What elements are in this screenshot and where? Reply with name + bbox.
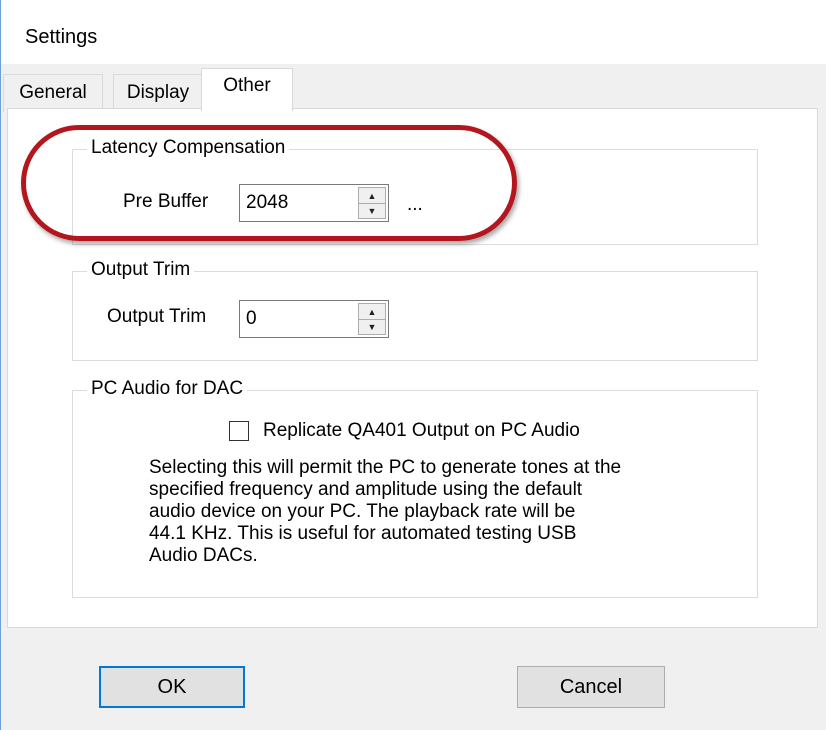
tab-other[interactable]: Other — [201, 68, 293, 111]
replicate-output-label[interactable]: Replicate QA401 Output on PC Audio — [263, 420, 580, 442]
latency-group-label: Latency Compensation — [87, 137, 290, 159]
spin-down-arrow-icon[interactable]: ▼ — [359, 203, 385, 218]
pc-audio-group: PC Audio for DAC Replicate QA401 Output … — [72, 378, 758, 598]
description-line: audio device on your PC. The playback ra… — [149, 501, 576, 522]
title-bar: Settings — [1, 0, 826, 64]
ok-button[interactable]: OK — [99, 666, 245, 708]
description-line: Selecting this will permit the PC to gen… — [149, 457, 622, 478]
output-trim-spin-buttons: ▲ ▼ — [358, 303, 386, 335]
tab-general[interactable]: General — [3, 74, 103, 112]
tab-strip: General Display Other — [1, 68, 826, 112]
spin-down-arrow-icon[interactable]: ▼ — [359, 319, 385, 334]
description-line: 44.1 KHz. This is useful for automated t… — [149, 523, 577, 544]
tab-page-other: Latency Compensation Pre Buffer 2048 ▲ ▼… — [7, 108, 818, 628]
pre-buffer-more-button[interactable]: ... — [407, 194, 423, 216]
description-line: specified frequency and amplitude using … — [149, 479, 583, 500]
latency-compensation-group: Latency Compensation Pre Buffer 2048 ▲ ▼… — [72, 137, 758, 245]
window-title: Settings — [25, 26, 98, 48]
pre-buffer-spinner[interactable]: 2048 ▲ ▼ — [239, 184, 389, 222]
pre-buffer-spin-buttons: ▲ ▼ — [358, 187, 386, 219]
pre-buffer-label: Pre Buffer — [123, 191, 209, 212]
pre-buffer-value: 2048 — [246, 192, 289, 213]
output-trim-label: Output Trim — [107, 306, 207, 327]
tab-general-label: General — [19, 82, 87, 103]
spin-up-arrow-icon[interactable]: ▲ — [359, 304, 385, 320]
settings-dialog: Settings General Display Other Latency C… — [0, 0, 826, 730]
pc-audio-description: Selecting this will permit the PC to gen… — [149, 457, 709, 567]
tab-display-label: Display — [126, 82, 190, 103]
output-trim-spinner[interactable]: 0 ▲ ▼ — [239, 300, 389, 338]
replicate-output-checkbox[interactable] — [229, 421, 249, 441]
tab-other-label: Other — [223, 75, 271, 96]
cancel-button-label: Cancel — [559, 676, 623, 698]
output-trim-group-label: Output Trim — [87, 259, 195, 281]
tab-display[interactable]: Display — [113, 74, 203, 112]
output-trim-group: Output Trim Output Trim 0 ▲ ▼ — [72, 259, 758, 361]
description-line: Audio DACs. — [149, 545, 258, 566]
pc-audio-group-label: PC Audio for DAC — [87, 378, 248, 400]
cancel-button[interactable]: Cancel — [517, 666, 665, 708]
spin-up-arrow-icon[interactable]: ▲ — [359, 188, 385, 204]
output-trim-value: 0 — [246, 308, 257, 329]
ok-button-label: OK — [157, 676, 187, 698]
